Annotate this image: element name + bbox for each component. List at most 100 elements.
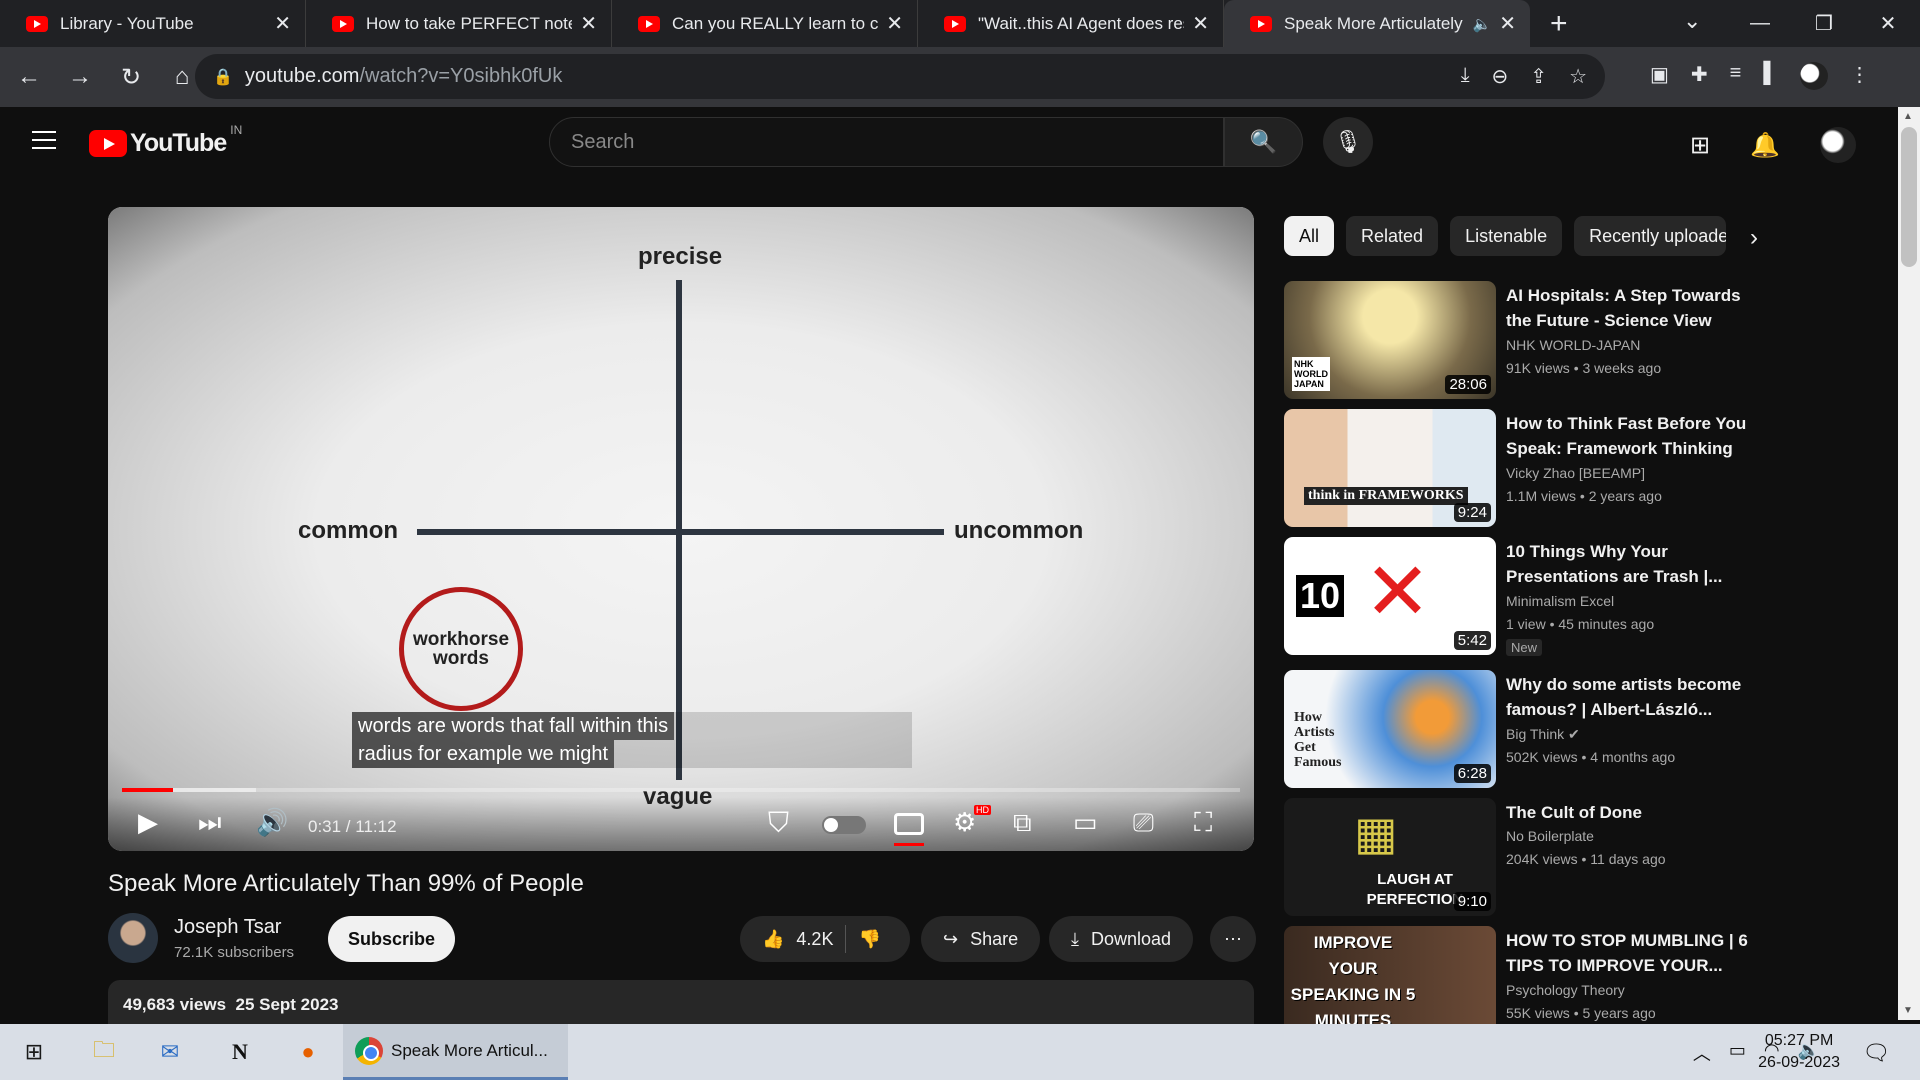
- scrollbar-thumb[interactable]: [1901, 127, 1917, 267]
- create-video-icon[interactable]: ⊞: [1690, 131, 1710, 160]
- notifications-bell-icon[interactable]: 🔔: [1750, 131, 1780, 160]
- extension-icon[interactable]: ▣: [1650, 62, 1669, 90]
- battery-icon[interactable]: ▭: [1729, 1040, 1746, 1066]
- like-count[interactable]: 4.2K: [796, 929, 833, 950]
- profile-avatar-icon[interactable]: [1799, 62, 1828, 90]
- speaker-icon[interactable]: 🔈: [1473, 15, 1492, 33]
- autoplay-toggle[interactable]: [822, 816, 866, 834]
- next-icon[interactable]: ⏭: [198, 807, 221, 839]
- share-button[interactable]: ↪ Share: [921, 916, 1041, 962]
- voice-search-button[interactable]: 🎙: [1323, 117, 1373, 167]
- subscribe-button[interactable]: Subscribe: [328, 916, 456, 962]
- minimize-icon[interactable]: —: [1728, 12, 1792, 35]
- fullscreen-icon[interactable]: ⛶: [1194, 807, 1212, 839]
- channel-name[interactable]: Joseph Tsar: [174, 916, 281, 939]
- subtitles-icon[interactable]: [894, 813, 924, 835]
- browser-tab-ai-agent[interactable]: "Wait..this AI Agent does rese ✕: [918, 0, 1224, 47]
- video-thumbnail[interactable]: NHK WORLD JAPAN 28:06: [1284, 281, 1496, 399]
- volume-icon[interactable]: 🔊: [256, 807, 288, 838]
- scroll-down-icon[interactable]: ▼: [1903, 1005, 1913, 1016]
- recommendation-item[interactable]: How Artists Get Famous 6:28 Why do some …: [1284, 670, 1884, 792]
- windows-start-icon[interactable]: ⊞: [16, 1034, 52, 1070]
- recommendation-item[interactable]: think in FRAMEWORKS 9:24 How to Think Fa…: [1284, 409, 1884, 531]
- play-icon[interactable]: ▶: [138, 807, 158, 838]
- channel-name[interactable]: NHK WORLD-JAPAN: [1506, 337, 1640, 353]
- chevron-up-icon[interactable]: ︿: [1693, 1040, 1711, 1066]
- video-player[interactable]: precise vague common uncommon workhorse …: [108, 207, 1254, 851]
- forward-icon[interactable]: →: [58, 63, 102, 91]
- chip-related[interactable]: Related: [1346, 216, 1439, 256]
- channel-name[interactable]: Psychology Theory: [1506, 982, 1625, 998]
- install-icon[interactable]: ⤓: [1461, 64, 1470, 89]
- search-input[interactable]: [571, 130, 1223, 154]
- video-title[interactable]: HOW TO STOP MUMBLING | 6 TIPS TO IMPROVE…: [1506, 928, 1756, 978]
- video-title[interactable]: Why do some artists become famous? | Alb…: [1506, 672, 1756, 722]
- chip-recently-uploaded[interactable]: Recently uploade: [1574, 216, 1727, 256]
- chip-listenable[interactable]: Listenable: [1450, 216, 1563, 256]
- video-thumbnail[interactable]: ▦ LAUGH AT PERFECTION 9:10: [1284, 798, 1496, 916]
- thumbs-up-icon[interactable]: 👍: [762, 929, 784, 950]
- theater-mode-icon[interactable]: ▭: [1073, 807, 1098, 838]
- miniplayer-icon[interactable]: ⧉: [1013, 807, 1032, 839]
- download-button[interactable]: ⤓ Download: [1049, 916, 1194, 962]
- progress-bar[interactable]: [122, 788, 1240, 792]
- video-thumbnail[interactable]: IMPROVE YOUR SPEAKING IN 5 MINUTES: [1284, 926, 1496, 1024]
- scroll-up-icon[interactable]: ▲: [1903, 111, 1913, 122]
- browser-tab-code[interactable]: Can you REALLY learn to code ✕: [612, 0, 918, 47]
- puzzle-icon[interactable]: ✚: [1691, 62, 1708, 90]
- video-thumbnail[interactable]: 10 ✕ 5:42: [1284, 537, 1496, 655]
- close-tab-icon[interactable]: ✕: [1192, 11, 1209, 36]
- thumbs-down-icon[interactable]: 👎: [858, 929, 880, 950]
- hamburger-menu-icon[interactable]: [32, 131, 56, 155]
- channel-name[interactable]: Vicky Zhao [BEEAMP]: [1506, 465, 1645, 481]
- close-tab-icon[interactable]: ✕: [1499, 11, 1516, 36]
- firefox-icon[interactable]: ●: [290, 1034, 326, 1070]
- back-icon[interactable]: ←: [7, 63, 51, 91]
- address-bar[interactable]: 🔒 youtube.com/watch?v=Y0sibhk0fUk ⤓ ⊖ ⇪ …: [195, 54, 1605, 99]
- close-tab-icon[interactable]: ✕: [274, 11, 291, 36]
- more-actions-button[interactable]: ⋯: [1210, 916, 1256, 962]
- restore-icon[interactable]: ❐: [1792, 11, 1856, 36]
- description-box[interactable]: 49,683 views 25 Sept 2023: [108, 980, 1254, 1024]
- captions-window[interactable]: words are words that fall within this ra…: [352, 712, 912, 768]
- video-title[interactable]: How to Think Fast Before You Speak: Fram…: [1506, 411, 1756, 461]
- system-clock[interactable]: 05:27 PM 26-09-2023: [1758, 1030, 1840, 1074]
- close-window-icon[interactable]: ✕: [1856, 11, 1920, 36]
- mail-icon[interactable]: ✉: [152, 1034, 188, 1070]
- zoom-icon[interactable]: ⊖: [1492, 64, 1509, 89]
- notification-icon[interactable]: 🗨: [1862, 1040, 1890, 1066]
- chip-all[interactable]: All: [1284, 216, 1335, 256]
- media-control-icon[interactable]: ≡: [1730, 62, 1742, 90]
- taskbar-active-chrome[interactable]: Speak More Articul...: [343, 1024, 568, 1080]
- browser-tab-active[interactable]: Speak More Articulately T 🔈 ✕: [1224, 0, 1530, 47]
- recommendation-item[interactable]: ▦ LAUGH AT PERFECTION 9:10 The Cult of D…: [1284, 798, 1884, 920]
- video-title[interactable]: AI Hospitals: A Step Towards the Future …: [1506, 283, 1756, 333]
- close-tab-icon[interactable]: ✕: [886, 11, 903, 36]
- recommendation-item[interactable]: IMPROVE YOUR SPEAKING IN 5 MINUTES HOW T…: [1284, 926, 1884, 1024]
- channel-name[interactable]: Big Think ✔: [1506, 726, 1580, 743]
- youtube-logo[interactable]: YouTube IN: [89, 123, 242, 158]
- video-thumbnail[interactable]: think in FRAMEWORKS 9:24: [1284, 409, 1496, 527]
- side-panel-icon[interactable]: ▌: [1763, 62, 1777, 90]
- settings-gear-icon[interactable]: ⚙: [953, 807, 976, 838]
- file-explorer-icon[interactable]: 🗀: [86, 1034, 122, 1070]
- chevron-right-icon[interactable]: ›: [1750, 224, 1758, 252]
- page-scrollbar[interactable]: ▲ ▼: [1898, 107, 1920, 1020]
- menu-kebab-icon[interactable]: ⋮: [1850, 62, 1870, 90]
- new-tab-icon[interactable]: +: [1550, 7, 1568, 41]
- recommendation-item[interactable]: NHK WORLD JAPAN 28:06 AI Hospitals: A St…: [1284, 281, 1884, 403]
- channel-avatar[interactable]: [108, 913, 158, 963]
- close-tab-icon[interactable]: ✕: [580, 11, 597, 36]
- video-thumbnail[interactable]: How Artists Get Famous 6:28: [1284, 670, 1496, 788]
- cast-icon[interactable]: ⎚: [1133, 807, 1154, 839]
- video-title[interactable]: 10 Things Why Your Presentations are Tra…: [1506, 539, 1756, 589]
- recommendation-item[interactable]: 10 ✕ 5:42 10 Things Why Your Presentatio…: [1284, 537, 1884, 659]
- share-icon[interactable]: ⇪: [1530, 64, 1547, 89]
- lock-icon[interactable]: 🔒: [213, 67, 233, 87]
- video-title[interactable]: The Cult of Done: [1506, 800, 1756, 825]
- channel-name[interactable]: No Boilerplate: [1506, 828, 1594, 844]
- chevron-down-icon[interactable]: ⌄: [1683, 8, 1701, 34]
- channel-name[interactable]: Minimalism Excel: [1506, 593, 1614, 609]
- bookmark-star-icon[interactable]: ☆: [1569, 64, 1587, 89]
- shield-icon[interactable]: ⛉: [768, 807, 789, 840]
